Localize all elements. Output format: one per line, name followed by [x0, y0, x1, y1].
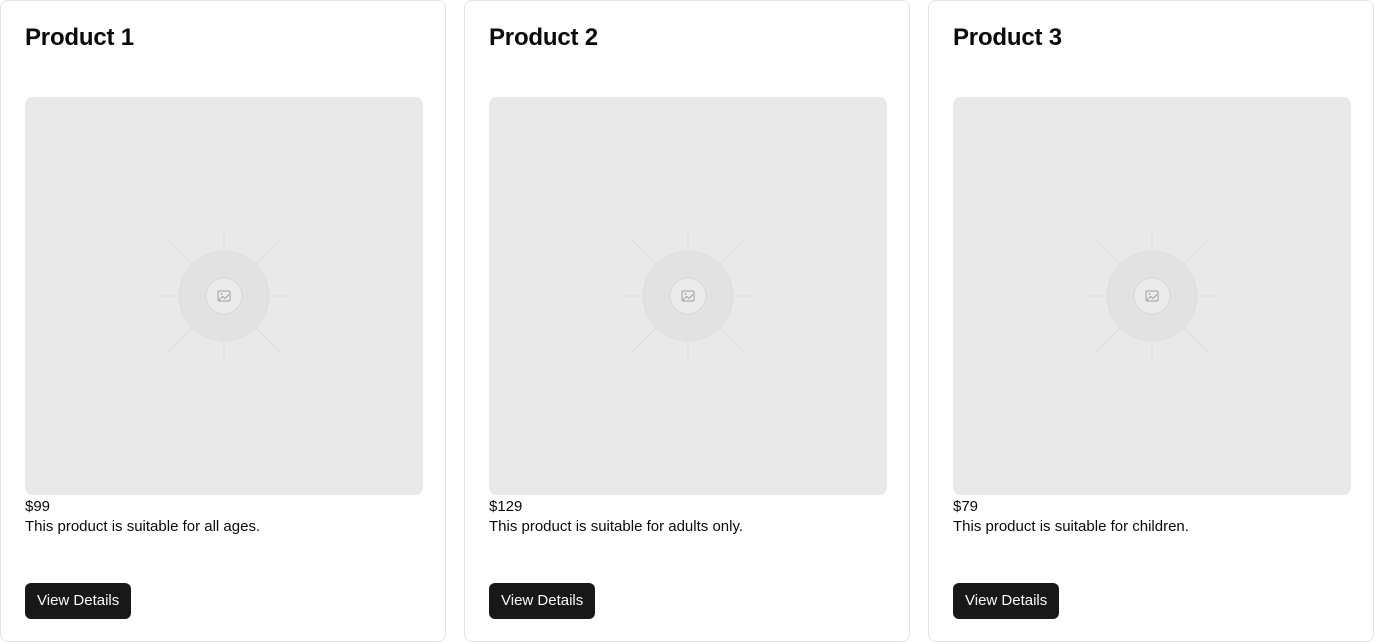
image-icon — [159, 231, 289, 361]
view-details-button[interactable]: View Details — [953, 583, 1060, 619]
product-description: This product is suitable for all ages. — [25, 518, 261, 535]
image-icon — [1087, 231, 1217, 361]
image-icon — [623, 231, 753, 361]
product-price: $99 — [25, 498, 51, 515]
product-image-placeholder — [953, 97, 1351, 495]
product-grid: Product 1 $99 This product is suitable f… — [0, 0, 1376, 644]
product-title: Product 1 — [25, 24, 134, 51]
product-title: Product 3 — [953, 24, 1062, 51]
product-price: $129 — [489, 498, 523, 515]
product-image-placeholder — [489, 97, 887, 495]
product-card: Product 3 $79 This product is suitable f… — [928, 0, 1374, 642]
view-details-button[interactable]: View Details — [489, 583, 596, 619]
product-card: Product 1 $99 This product is suitable f… — [0, 0, 446, 642]
product-price: $79 — [953, 498, 979, 515]
product-description: This product is suitable for adults only… — [489, 518, 744, 535]
product-image-placeholder — [25, 97, 423, 495]
product-description: This product is suitable for children. — [953, 518, 1189, 535]
product-card: Product 2 $129 This product is suitable … — [464, 0, 910, 642]
view-details-button[interactable]: View Details — [25, 583, 132, 619]
product-title: Product 2 — [489, 24, 598, 51]
